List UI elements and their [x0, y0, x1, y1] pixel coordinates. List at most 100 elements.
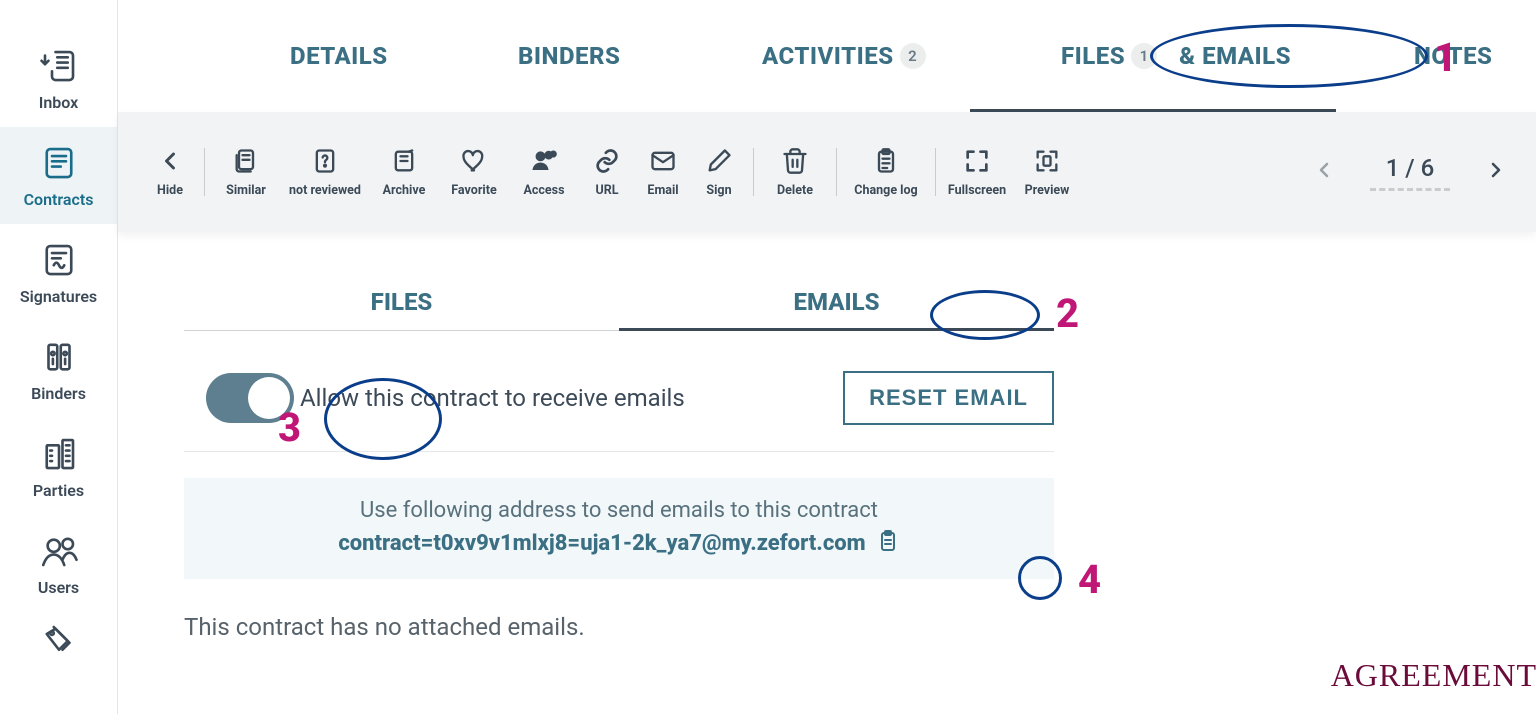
parties-icon — [35, 433, 83, 475]
email-button[interactable]: Email — [635, 147, 691, 198]
contract-email-address: contract=t0xv9v1mlxj8=uja1-2k_ya7@my.zef… — [338, 531, 865, 556]
question-doc-icon — [311, 147, 339, 175]
main-area: DETAILS BINDERS ACTIVITIES 2 FILES 1 & E… — [118, 0, 1536, 714]
email-address-box: Use following address to send emails to … — [184, 478, 1054, 579]
link-icon — [593, 147, 621, 175]
tab-files-label: FILES — [1061, 42, 1125, 70]
chevron-left-icon — [1312, 158, 1336, 182]
change-log-button[interactable]: Change log — [843, 147, 929, 198]
tool-label: Similar — [226, 183, 266, 198]
chevron-right-icon — [1484, 158, 1508, 182]
copy-email-button[interactable] — [876, 529, 900, 557]
inbox-icon — [35, 45, 83, 87]
toggle-knob — [248, 377, 290, 419]
subtabs: FILES EMAILS — [184, 272, 1054, 331]
tool-label: URL — [595, 183, 618, 198]
tab-binders[interactable]: BINDERS — [518, 42, 620, 70]
favorite-button[interactable]: Favorite — [439, 147, 509, 198]
signatures-icon — [35, 239, 83, 281]
binders-icon — [35, 336, 83, 378]
tags-icon — [35, 620, 83, 662]
toolbar-separator — [753, 148, 754, 196]
tab-activities[interactable]: ACTIVITIES 2 — [762, 42, 926, 70]
sidebar-item-users[interactable]: Users — [0, 515, 117, 612]
allow-emails-label: Allow this contract to receive emails — [300, 384, 685, 412]
access-button[interactable]: 1 Access — [509, 147, 579, 198]
no-emails-text: This contract has no attached emails. — [184, 613, 1476, 641]
toolbar: Hide Similar not reviewed Archive Favori… — [118, 112, 1536, 232]
clipboard-copy-icon — [876, 529, 900, 553]
sidebar-item-parties[interactable]: Parties — [0, 418, 117, 515]
sidebar-item-inbox[interactable]: Inbox — [0, 30, 117, 127]
subtab-files[interactable]: FILES — [184, 272, 619, 330]
pager-text: 1 / 6 — [1370, 154, 1450, 191]
similar-icon — [232, 147, 260, 175]
fullscreen-button[interactable]: Fullscreen — [942, 147, 1012, 198]
allow-emails-row: Allow this contract to receive emails RE… — [184, 371, 1054, 452]
not-reviewed-button[interactable]: not reviewed — [281, 147, 369, 198]
sidebar-item-label: Users — [38, 578, 79, 597]
sidebar-item-label: Contracts — [24, 190, 94, 209]
chevron-left-icon — [156, 147, 184, 175]
tool-label: Fullscreen — [948, 183, 1006, 198]
tool-label: not reviewed — [289, 183, 361, 198]
pager-prev[interactable] — [1308, 154, 1340, 190]
archive-button[interactable]: Archive — [369, 147, 439, 198]
pager: 1 / 6 — [1308, 154, 1512, 191]
sign-button[interactable]: Sign — [691, 147, 747, 198]
envelope-icon — [649, 147, 677, 175]
reset-email-button[interactable]: RESET EMAIL — [843, 371, 1054, 425]
content-area: FILES EMAILS Allow this contract to rece… — [118, 232, 1536, 714]
svg-text:1: 1 — [552, 152, 555, 158]
preview-icon — [1033, 147, 1061, 175]
similar-button[interactable]: Similar — [211, 147, 281, 198]
tool-label: Sign — [706, 183, 731, 198]
tool-label: Preview — [1025, 183, 1070, 198]
heart-icon — [460, 147, 488, 175]
document-preview-title: AGREEMENT — [1331, 657, 1536, 694]
top-tabs: DETAILS BINDERS ACTIVITIES 2 FILES 1 & E… — [118, 0, 1536, 112]
tab-notes[interactable]: NOTES — [1414, 42, 1492, 70]
subtab-emails[interactable]: EMAILS — [619, 272, 1054, 330]
allow-emails-toggle[interactable] — [206, 373, 294, 423]
sidebar-item-label: Signatures — [20, 287, 97, 306]
tab-emails-suffix: & EMAILS — [1179, 42, 1291, 70]
access-icon: 1 — [530, 147, 558, 175]
tool-label: Favorite — [451, 183, 496, 198]
sidebar-item-contracts[interactable]: Contracts — [0, 127, 117, 224]
tool-label: Hide — [157, 183, 183, 198]
tool-label: Archive — [383, 183, 426, 198]
delete-button[interactable]: Delete — [760, 147, 830, 198]
files-badge: 1 — [1131, 43, 1157, 69]
contracts-icon — [35, 142, 83, 184]
activities-badge: 2 — [900, 43, 926, 69]
sidebar-item-tags[interactable] — [0, 612, 117, 677]
toolbar-separator — [204, 148, 205, 196]
tool-label: Email — [647, 183, 678, 198]
pen-icon — [705, 147, 733, 175]
sidebar-item-label: Parties — [33, 481, 84, 500]
tab-files-emails[interactable]: FILES 1 & EMAILS — [1061, 42, 1291, 70]
url-button[interactable]: URL — [579, 147, 635, 198]
email-instruction: Use following address to send emails to … — [204, 498, 1034, 523]
sidebar-item-signatures[interactable]: Signatures — [0, 224, 117, 321]
tool-label: Change log — [854, 183, 917, 198]
clipboard-icon — [872, 147, 900, 175]
archive-icon — [390, 147, 418, 175]
sidebar-item-label: Inbox — [39, 93, 79, 112]
trash-icon — [781, 147, 809, 175]
users-icon — [35, 530, 83, 572]
sidebar-item-binders[interactable]: Binders — [0, 321, 117, 418]
sidebar-item-label: Binders — [31, 384, 86, 403]
toolbar-separator — [935, 148, 936, 196]
hide-button[interactable]: Hide — [142, 147, 198, 198]
fullscreen-icon — [963, 147, 991, 175]
tool-label: Access — [523, 183, 564, 198]
sidebar: Inbox Contracts Signatures Binders P — [0, 0, 118, 714]
tab-activities-label: ACTIVITIES — [762, 42, 894, 70]
tab-details[interactable]: DETAILS — [290, 42, 388, 70]
pager-next[interactable] — [1480, 154, 1512, 190]
tool-label: Delete — [777, 183, 813, 198]
toolbar-separator — [836, 148, 837, 196]
preview-button[interactable]: Preview — [1012, 147, 1082, 198]
